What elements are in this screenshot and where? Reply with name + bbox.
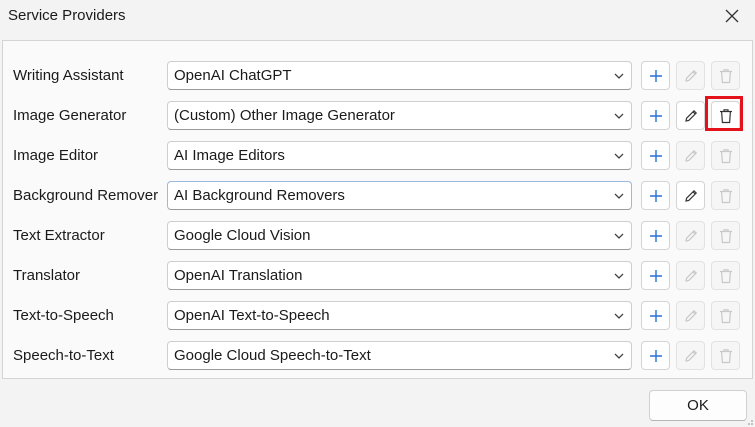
provider-row-speech-to-text: Speech-to-Text Google Cloud Speech-to-Te… bbox=[3, 321, 752, 370]
providers-panel: Writing Assistant OpenAI ChatGPT Image G… bbox=[2, 40, 753, 379]
provider-row-translator: Translator OpenAI Translation bbox=[3, 241, 752, 290]
window-title: Service Providers bbox=[8, 7, 126, 24]
provider-row-image-generator: Image Generator (Custom) Other Image Gen… bbox=[3, 81, 752, 130]
row-label: Speech-to-Text bbox=[13, 347, 114, 364]
title-bar: Service Providers bbox=[0, 0, 755, 34]
provider-row-background-remover: Background Remover AI Background Remover… bbox=[3, 161, 752, 210]
plus-icon bbox=[649, 349, 662, 362]
add-button[interactable] bbox=[641, 341, 670, 370]
ok-button[interactable]: OK bbox=[649, 390, 747, 421]
trash-icon bbox=[719, 348, 732, 363]
delete-button[interactable] bbox=[711, 341, 740, 370]
provider-row-writing-assistant: Writing Assistant OpenAI ChatGPT bbox=[3, 41, 752, 90]
edit-button[interactable] bbox=[676, 341, 705, 370]
select-value: Google Cloud Speech-to-Text bbox=[174, 347, 371, 364]
provider-select[interactable]: Google Cloud Speech-to-Text bbox=[167, 341, 632, 370]
resize-grip-icon[interactable] bbox=[745, 417, 753, 425]
pencil-icon bbox=[684, 349, 697, 362]
provider-row-text-extractor: Text Extractor Google Cloud Vision bbox=[3, 201, 752, 250]
close-icon bbox=[725, 9, 739, 23]
chevron-down-icon bbox=[614, 353, 624, 359]
provider-row-text-to-speech: Text-to-Speech OpenAI Text-to-Speech bbox=[3, 281, 752, 330]
close-button[interactable] bbox=[709, 0, 755, 32]
provider-row-image-editor: Image Editor AI Image Editors bbox=[3, 121, 752, 170]
